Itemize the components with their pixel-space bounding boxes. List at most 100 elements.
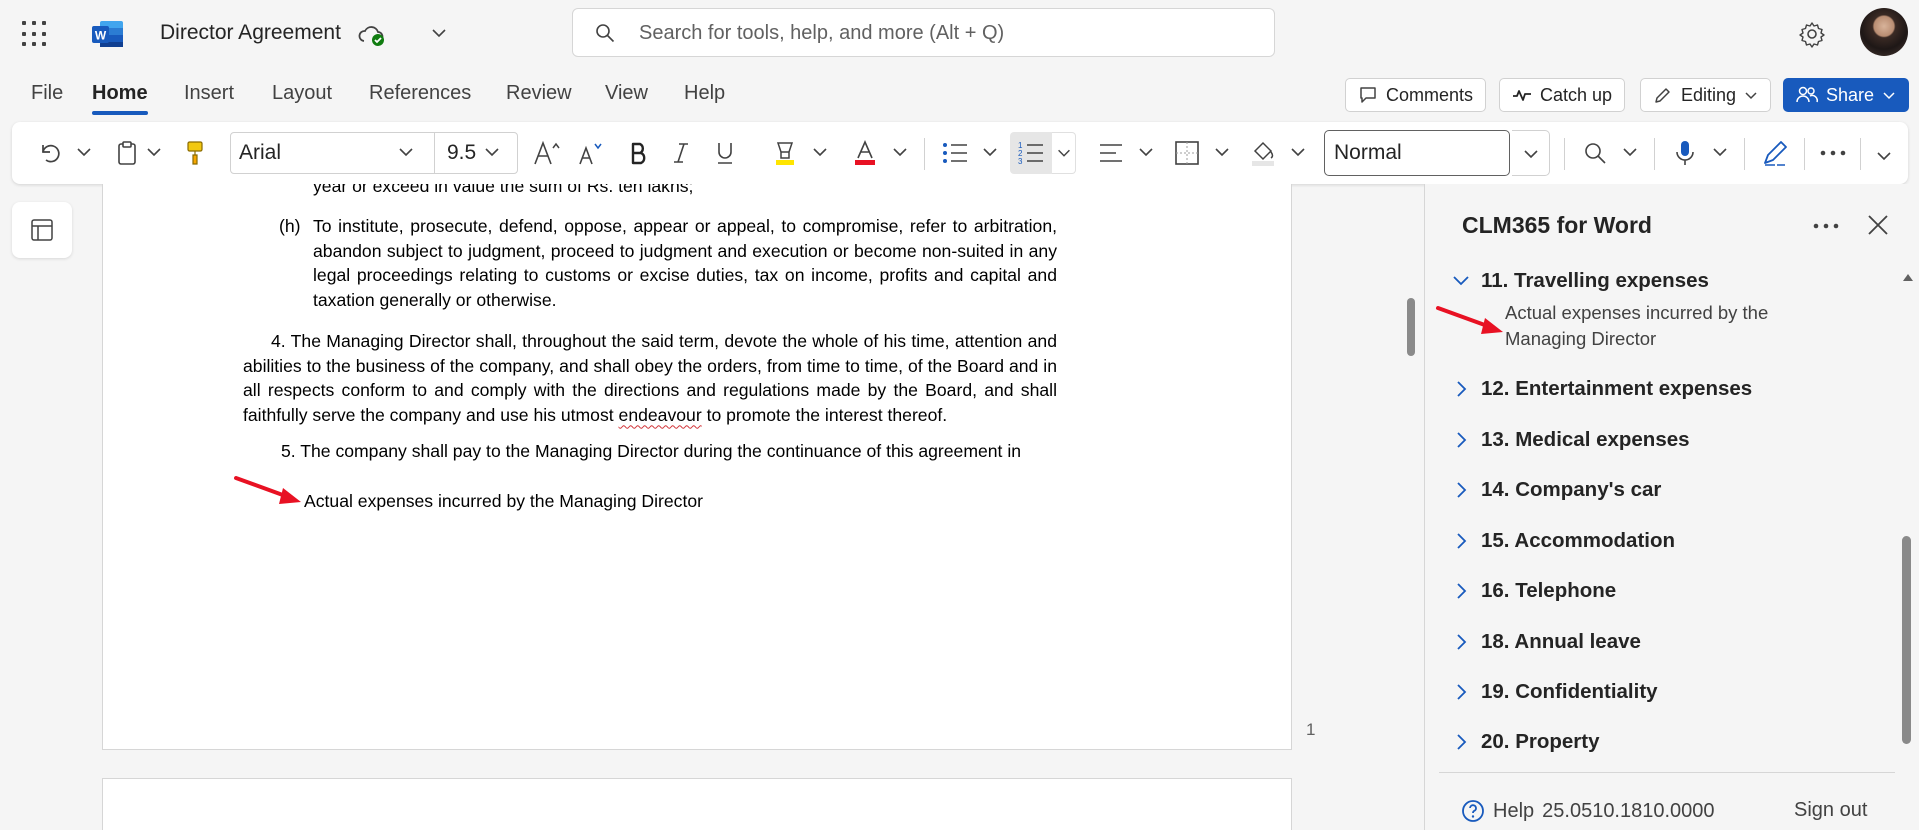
document-canvas[interactable]: year or exceed in value the sum of Rs. t… (102, 184, 1292, 830)
paste-button[interactable] (110, 132, 144, 174)
sign-out-link[interactable]: Sign out (1794, 799, 1867, 822)
editing-mode-button[interactable]: Editing (1640, 78, 1772, 112)
numbering-button[interactable]: 123 (1010, 132, 1052, 174)
clause-h-label: (h) (279, 216, 301, 236)
share-label: Share (1826, 84, 1875, 105)
scroll-up-arrow-icon[interactable] (1902, 272, 1914, 282)
document-page[interactable]: year or exceed in value the sum of Rs. t… (102, 184, 1292, 750)
chevron-right-icon (1457, 583, 1467, 599)
clause-4-text-end: to promote the interest thereof. (701, 404, 948, 425)
side-pane-scrollbar-thumb[interactable] (1902, 536, 1911, 744)
word-logo-icon: W (92, 21, 123, 47)
document-title[interactable]: Director Agreement (160, 21, 341, 45)
more-horizontal-icon[interactable] (1811, 214, 1841, 238)
tab-help[interactable]: Help (684, 82, 725, 105)
annotation-arrow-icon (1436, 306, 1503, 334)
search-input[interactable] (639, 19, 1239, 47)
shading-button[interactable] (1246, 132, 1280, 174)
chevron-down-icon[interactable] (890, 142, 910, 162)
ribbon-divider (1860, 138, 1861, 170)
cloud-saved-icon[interactable] (357, 22, 387, 48)
clause-item-label: 13. Medical expenses (1481, 428, 1690, 451)
catch-up-button[interactable]: Catch up (1499, 78, 1626, 112)
tab-review[interactable]: Review (506, 82, 572, 105)
borders-icon (1175, 141, 1199, 165)
chevron-down-icon[interactable] (482, 142, 502, 162)
font-size-dropdown[interactable]: 9.5 (434, 132, 518, 174)
grow-font-button[interactable] (530, 132, 564, 174)
clause-item[interactable]: 20. Property (1451, 727, 1600, 754)
tab-layout[interactable]: Layout (272, 82, 332, 105)
share-button[interactable]: Share (1783, 78, 1910, 112)
numbering-dropdown[interactable] (1052, 132, 1076, 174)
navigation-pane-icon (31, 219, 53, 241)
document-page-2[interactable] (102, 778, 1292, 830)
dictate-button[interactable] (1668, 132, 1702, 174)
tab-references[interactable]: References (369, 82, 471, 105)
tab-view[interactable]: View (605, 82, 648, 105)
chevron-down-icon[interactable] (430, 24, 448, 42)
format-painter-button[interactable] (178, 132, 212, 174)
styles-dropdown[interactable] (1512, 130, 1550, 176)
chevron-down-icon[interactable] (1288, 142, 1308, 162)
tab-file[interactable]: File (31, 82, 63, 105)
tab-insert[interactable]: Insert (184, 82, 234, 105)
borders-button[interactable] (1170, 132, 1204, 174)
gear-icon[interactable] (1798, 20, 1826, 48)
help-label: Help (1493, 799, 1535, 822)
chevron-down-icon[interactable] (1136, 142, 1156, 162)
search-box[interactable] (572, 8, 1275, 57)
help-link[interactable]: Help 25.0510.1810.0000 (1461, 799, 1715, 823)
chevron-down-icon[interactable] (1710, 142, 1730, 162)
misspelled-word[interactable]: endeavour (619, 405, 702, 425)
chevron-down-icon[interactable] (1212, 142, 1232, 162)
chevron-down-icon[interactable] (144, 142, 164, 162)
clause-item[interactable]: 18. Annual leave (1451, 627, 1641, 657)
more-options-button[interactable] (1816, 132, 1850, 174)
find-button[interactable] (1578, 132, 1612, 174)
bold-button[interactable] (624, 132, 654, 174)
font-color-button[interactable] (848, 132, 882, 174)
navigation-pane-button[interactable] (12, 202, 72, 258)
document-scrollbar-thumb[interactable] (1407, 298, 1415, 356)
italic-button[interactable] (666, 132, 696, 174)
close-icon[interactable] (1865, 212, 1891, 238)
clause-item-expanded[interactable]: 11. Travelling expenses (1451, 266, 1709, 296)
shrink-font-button[interactable] (574, 132, 608, 174)
tab-home[interactable]: Home (92, 82, 148, 115)
font-grow-icon (534, 140, 560, 165)
align-button[interactable] (1094, 132, 1128, 174)
chevron-down-icon[interactable] (1874, 146, 1894, 166)
clause-list: 11. Travelling expenses Actual expenses … (1425, 260, 1903, 754)
font-shrink-icon (579, 143, 602, 165)
chevron-down-icon[interactable] (810, 142, 830, 162)
clause-item-content[interactable]: Actual expenses incurred by the Managing… (1505, 300, 1815, 352)
underline-button[interactable] (710, 132, 740, 174)
highlight-button[interactable] (768, 132, 802, 174)
microphone-icon (1676, 141, 1694, 165)
app-launcher-icon[interactable] (22, 21, 48, 47)
chevron-down-icon[interactable] (980, 142, 1000, 162)
clause-item[interactable]: 13. Medical expenses (1451, 425, 1690, 455)
chevron-down-icon[interactable] (74, 142, 94, 162)
clause-item[interactable]: 12. Entertainment expenses (1451, 374, 1752, 404)
editor-button[interactable] (1758, 132, 1792, 174)
clause-item[interactable]: 15. Accommodation (1451, 526, 1675, 556)
clause-item[interactable]: 16. Telephone (1451, 576, 1616, 606)
search-icon (596, 24, 615, 43)
style-name-value: Normal (1334, 141, 1402, 164)
clause-item-label: 20. Property (1481, 730, 1600, 753)
bullets-button[interactable] (938, 132, 972, 174)
comments-button[interactable]: Comments (1345, 78, 1487, 112)
clause-item[interactable]: 19. Confidentiality (1451, 677, 1658, 707)
styles-gallery[interactable]: Normal (1324, 130, 1510, 176)
chevron-right-icon (1457, 684, 1467, 700)
chevron-down-icon[interactable] (1620, 142, 1640, 162)
svg-text:W: W (95, 29, 107, 43)
user-avatar[interactable] (1860, 8, 1908, 56)
clause-item[interactable]: 14. Company's car (1451, 475, 1661, 505)
clause-item-label: 16. Telephone (1481, 579, 1617, 602)
chevron-down-icon[interactable] (396, 142, 416, 162)
undo-button[interactable] (32, 132, 66, 174)
menu-bar: File Home Insert Layout References Revie… (0, 70, 1919, 118)
